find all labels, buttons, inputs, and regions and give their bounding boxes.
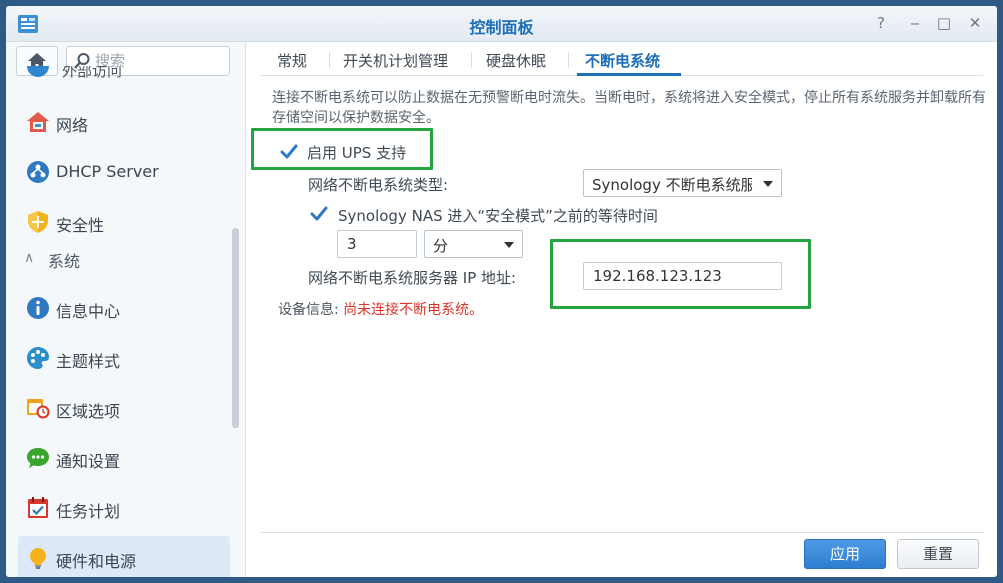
window-title: 控制面板 bbox=[469, 18, 534, 37]
wait-time-unit-select[interactable]: 分 bbox=[424, 230, 523, 258]
tab-separator bbox=[329, 52, 330, 68]
wait-time-unit-value: 分 bbox=[433, 237, 449, 255]
security-shield-icon bbox=[28, 211, 48, 233]
sidebar-item-task-scheduler[interactable]: 任务计划 bbox=[18, 486, 230, 530]
dhcp-server-icon bbox=[27, 161, 49, 183]
tab-power-schedule[interactable]: 开关机计划管理 bbox=[343, 50, 448, 71]
sidebar-item-security[interactable]: 安全性 bbox=[18, 200, 230, 244]
server-ip-input[interactable] bbox=[583, 262, 782, 290]
sidebar-item-network[interactable]: 网络 bbox=[18, 100, 230, 144]
info-icon bbox=[27, 297, 49, 319]
help-button[interactable]: ? bbox=[870, 13, 892, 33]
sidebar-section-system[interactable]: ∧ 系统 bbox=[24, 248, 224, 272]
sidebar-item-label: 安全性 bbox=[56, 216, 105, 235]
sidebar-item-label: 信息中心 bbox=[56, 302, 121, 321]
maximize-button[interactable]: □ bbox=[933, 13, 955, 33]
checkmark-icon bbox=[310, 206, 328, 221]
palette-icon bbox=[27, 347, 49, 369]
sidebar-item-label: DHCP Server bbox=[56, 162, 159, 181]
wait-time-label[interactable]: Synology NAS 进入“安全模式”之前的等待时间 bbox=[338, 205, 658, 226]
region-calendar-icon bbox=[27, 399, 50, 419]
sidebar-item-label: 区域选项 bbox=[56, 402, 121, 421]
tab-ups[interactable]: 不断电系统 bbox=[585, 50, 660, 71]
wait-time-checkbox[interactable] bbox=[310, 205, 328, 223]
footer-divider bbox=[261, 532, 985, 533]
chat-bubble-icon bbox=[27, 448, 49, 468]
sidebar-item-label: 外部访问 bbox=[62, 66, 123, 80]
main-panel: 常规 开关机计划管理 硬盘休眠 不断电系统 连接不断电系统可以防止数据在无预警断… bbox=[247, 42, 997, 577]
sidebar-item-label: 网络 bbox=[56, 116, 89, 135]
lightbulb-icon bbox=[30, 548, 46, 569]
apply-button[interactable]: 应用 bbox=[804, 539, 886, 569]
close-button[interactable]: ✕ bbox=[964, 13, 986, 33]
enable-ups-checkbox[interactable] bbox=[280, 143, 298, 161]
sidebar-item-region[interactable]: 区域选项 bbox=[18, 386, 230, 430]
ups-type-label: 网络不断电系统类型: bbox=[308, 176, 449, 194]
chevron-up-icon: ∧ bbox=[24, 250, 35, 266]
tab-separator bbox=[568, 52, 569, 68]
sidebar-scrollbar[interactable] bbox=[232, 228, 239, 428]
sidebar-item-label: 通知设置 bbox=[56, 452, 121, 471]
dropdown-arrow-icon bbox=[504, 242, 514, 248]
device-info-label: 设备信息: bbox=[278, 302, 339, 318]
ups-description: 连接不断电系统可以防止数据在无预警断电时流失。当断电时，系统将进入安全模式，停止… bbox=[272, 90, 986, 126]
tab-separator bbox=[471, 52, 472, 68]
reset-button[interactable]: 重置 bbox=[897, 539, 979, 569]
tab-bar: 常规 开关机计划管理 硬盘休眠 不断电系统 bbox=[261, 42, 983, 76]
sidebar-item-label: 任务计划 bbox=[56, 502, 121, 521]
device-info: 设备信息: 尚未连接不断电系统。 bbox=[278, 299, 483, 319]
device-info-status: 尚未连接不断电系统。 bbox=[343, 302, 484, 318]
tab-hdd-hibernation[interactable]: 硬盘休眠 bbox=[486, 50, 546, 71]
sidebar-item-hardware-power[interactable]: 硬件和电源 bbox=[18, 536, 230, 577]
checkmark-icon bbox=[280, 144, 298, 159]
dropdown-arrow-icon bbox=[763, 181, 773, 187]
sidebar-item-label: 主题样式 bbox=[56, 352, 121, 371]
sidebar-item-notification[interactable]: 通知设置 bbox=[18, 436, 230, 480]
globe-icon bbox=[27, 66, 49, 77]
active-tab-indicator bbox=[577, 73, 681, 76]
sidebar-item-label: 硬件和电源 bbox=[56, 552, 137, 571]
sidebar: 外部访问 网络 DHCP Server bbox=[6, 42, 246, 577]
server-ip-label: 网络不断电系统服务器 IP 地址: bbox=[308, 269, 517, 287]
ups-type-select[interactable]: Synology 不断电系统服务器 bbox=[583, 169, 782, 197]
sidebar-item-info-center[interactable]: 信息中心 bbox=[18, 286, 230, 330]
control-panel-window: 控制面板 ? ‒ □ ✕ 外部访问 bbox=[6, 6, 997, 577]
wait-time-input[interactable] bbox=[337, 230, 417, 258]
enable-ups-label[interactable]: 启用 UPS 支持 bbox=[307, 142, 406, 163]
sidebar-item-theme[interactable]: 主题样式 bbox=[18, 336, 230, 380]
network-house-icon bbox=[27, 112, 49, 132]
ups-type-value: Synology 不断电系统服务器 bbox=[592, 176, 752, 194]
sidebar-item-external-access[interactable]: 外部访问 bbox=[26, 66, 226, 84]
task-calendar-icon bbox=[28, 497, 48, 518]
title-bar[interactable]: 控制面板 ? ‒ □ ✕ bbox=[6, 6, 997, 42]
sidebar-section-label: 系统 bbox=[48, 252, 81, 271]
tab-general[interactable]: 常规 bbox=[277, 50, 307, 71]
minimize-button[interactable]: ‒ bbox=[904, 13, 926, 33]
sidebar-item-dhcp-server[interactable]: DHCP Server bbox=[18, 150, 230, 194]
